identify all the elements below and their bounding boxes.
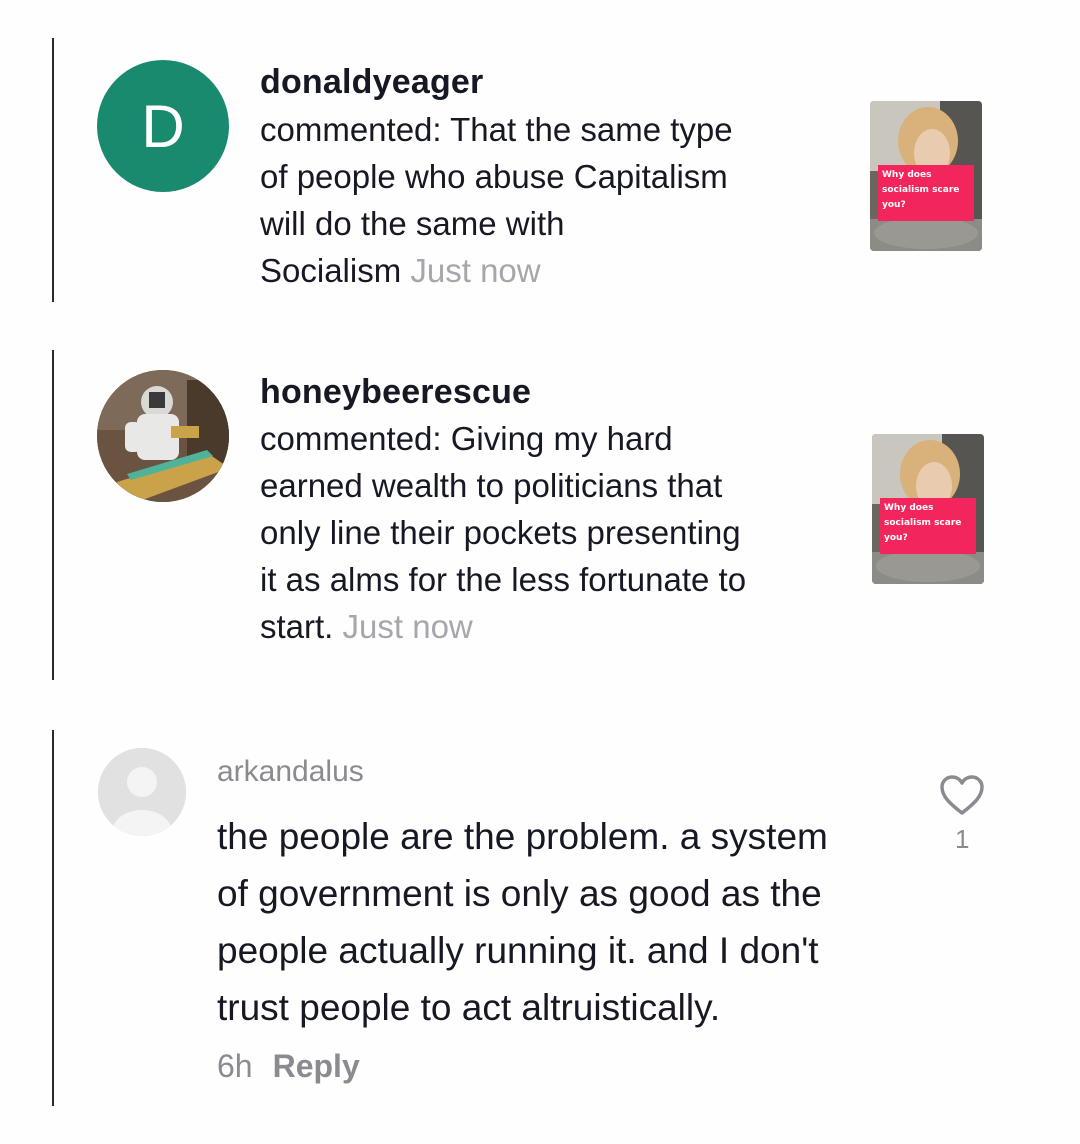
- comment-line: of people who abuse Capitalism: [260, 158, 728, 195]
- comment-line: Socialism: [260, 252, 402, 289]
- comment-line: commented: That the same type: [260, 111, 733, 148]
- beekeeper-photo-icon: [97, 370, 229, 502]
- timestamp: Just now: [410, 252, 541, 289]
- default-avatar-icon: [98, 748, 186, 836]
- reply-button[interactable]: Reply: [273, 1048, 360, 1084]
- comment-line: trust people to act altruistically.: [217, 987, 721, 1028]
- notification-item[interactable]: honeybeerescue commented: Giving my hard…: [0, 340, 1080, 700]
- comment-text: commented: Giving my hard earned wealth …: [260, 415, 860, 650]
- comment-line: commented: Giving my hard: [260, 420, 673, 457]
- comment-line: it as alms for the less fortunate to: [260, 561, 747, 598]
- comment-line: will do the same with: [260, 205, 565, 242]
- comment-text: the people are the problem. a system of …: [217, 808, 897, 1036]
- avatar-letter: D: [141, 92, 185, 160]
- video-thumbnail[interactable]: Why does socialism scare you?: [872, 434, 984, 584]
- comment-time: 6h: [217, 1048, 253, 1084]
- comment-line: earned wealth to politicians that: [260, 467, 723, 504]
- comment-line: only line their pockets presenting: [260, 514, 741, 551]
- username[interactable]: donaldyeager: [260, 63, 483, 102]
- comment-username[interactable]: arkandalus: [217, 755, 364, 789]
- video-thumbnail[interactable]: Why does socialism scare you?: [870, 101, 982, 251]
- avatar[interactable]: [97, 370, 229, 502]
- thumbnail-caption: Why does socialism scare you?: [880, 498, 976, 554]
- comment-line: of government is only as good as the: [217, 873, 822, 914]
- thumbnail-caption: Why does socialism scare you?: [878, 165, 974, 221]
- heart-outline-icon[interactable]: [939, 774, 985, 816]
- comment-line: start.: [260, 608, 334, 645]
- avatar[interactable]: [98, 748, 186, 836]
- notification-item[interactable]: D donaldyeager commented: That the same …: [0, 0, 1080, 330]
- timestamp: Just now: [342, 608, 473, 645]
- comment-text: commented: That the same type of people …: [260, 106, 860, 294]
- comment-line: people actually running it. and I don't: [217, 930, 819, 971]
- username[interactable]: honeybeerescue: [260, 373, 531, 412]
- avatar[interactable]: D: [97, 60, 229, 192]
- comment-meta: 6h Reply: [217, 1048, 360, 1085]
- like-count: 1: [955, 824, 970, 854]
- comment-item: arkandalus the people are the problem. a…: [0, 730, 1080, 1130]
- comment-line: the people are the problem. a system: [217, 816, 828, 857]
- screenshot-frame: D donaldyeager commented: That the same …: [0, 0, 1080, 1144]
